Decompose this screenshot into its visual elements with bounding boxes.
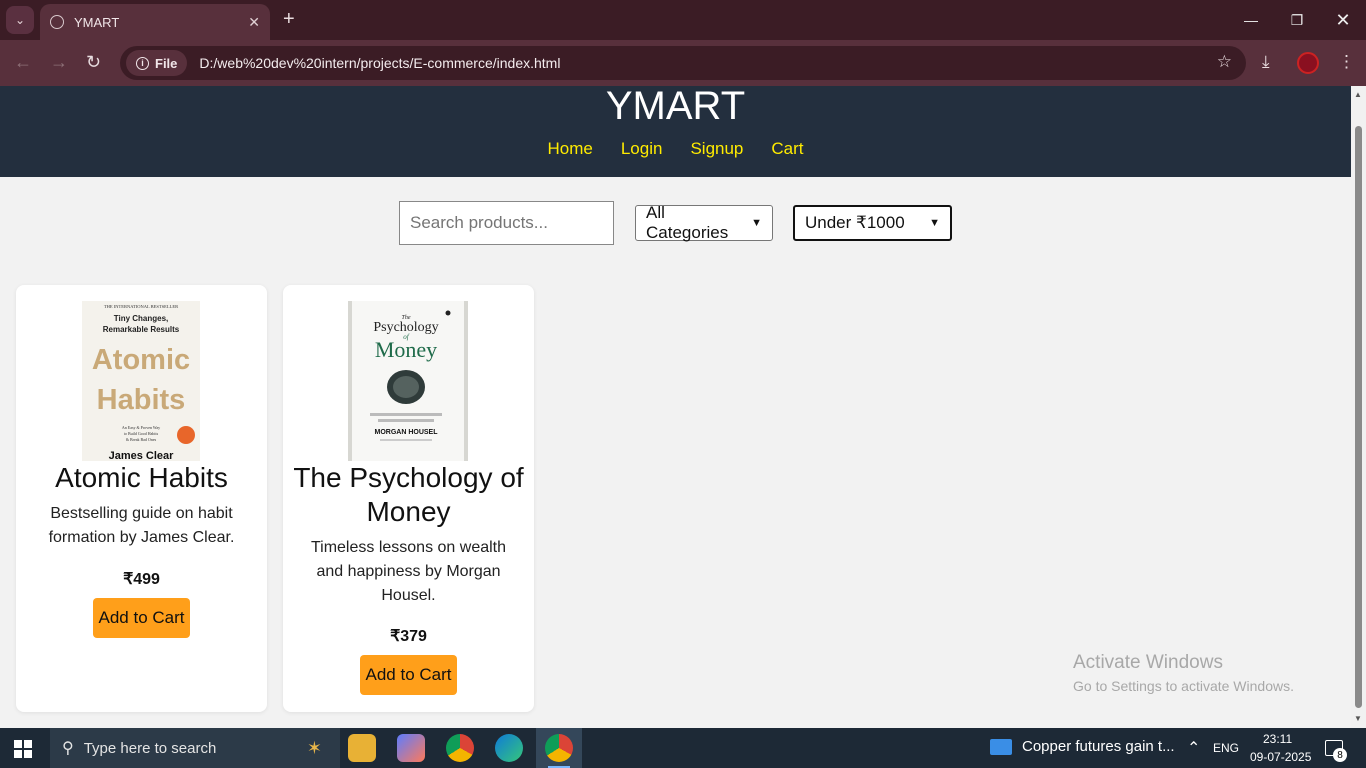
taskbar-search[interactable]: ⚲ Type here to search ✶ xyxy=(50,728,340,768)
news-text: Copper futures gain t... xyxy=(1022,738,1175,755)
site-header: YMART Home Login Signup Cart xyxy=(0,86,1351,177)
chevron-up-icon[interactable]: ⌃ xyxy=(1187,738,1200,758)
price-select[interactable]: Under ₹1000 ▼ xyxy=(793,205,952,241)
chevron-down-icon: ▼ xyxy=(929,217,940,229)
svg-text:THE INTERNATIONAL BESTSELLER: THE INTERNATIONAL BESTSELLER xyxy=(104,304,178,309)
tab-search-chevron-icon[interactable]: ⌄ xyxy=(6,6,34,34)
news-icon xyxy=(990,738,1012,755)
address-bar[interactable]: i File D:/web%20dev%20intern/projects/E-… xyxy=(120,46,1246,80)
svg-text:Money: Money xyxy=(375,337,437,362)
restore-icon[interactable]: ❐ xyxy=(1274,0,1320,40)
profile-avatar[interactable] xyxy=(1297,52,1319,74)
product-description: Bestselling guide on habit formation by … xyxy=(48,505,235,546)
menu-dots-icon[interactable]: ⋮ xyxy=(1338,52,1355,72)
clock-time[interactable]: 23:11 xyxy=(1263,732,1292,746)
search-icon: ⚲ xyxy=(62,740,74,757)
category-select[interactable]: All Categories ▼ xyxy=(635,203,773,242)
scroll-down-icon[interactable]: ▼ xyxy=(1354,714,1362,723)
edge-icon[interactable] xyxy=(495,734,523,762)
svg-text:Remarkable Results: Remarkable Results xyxy=(103,325,180,334)
activate-windows-watermark: Activate Windows Go to Settings to activ… xyxy=(1073,652,1294,694)
url-text[interactable]: D:/web%20dev%20intern/projects/E-commerc… xyxy=(199,55,560,71)
chrome-profile-icon[interactable] xyxy=(446,734,474,762)
search-input[interactable] xyxy=(399,201,614,245)
tab-title: YMART xyxy=(74,14,120,30)
scrollbar-thumb[interactable] xyxy=(1355,126,1362,708)
nav-home[interactable]: Home xyxy=(547,139,592,159)
svg-text:Atomic: Atomic xyxy=(92,344,190,376)
reload-icon[interactable]: ↻ xyxy=(86,52,101,73)
globe-icon xyxy=(50,15,64,29)
add-to-cart-button[interactable]: Add to Cart xyxy=(360,655,457,695)
file-explorer-icon[interactable] xyxy=(348,734,376,762)
product-title: The Psychology of Money xyxy=(293,462,524,527)
minimize-icon[interactable]: — xyxy=(1228,0,1274,40)
add-to-cart-button[interactable]: Add to Cart xyxy=(93,598,190,638)
svg-text:to Build Good Habits: to Build Good Habits xyxy=(124,431,159,436)
nav-login[interactable]: Login xyxy=(621,139,663,159)
chrome-icon[interactable] xyxy=(545,734,573,762)
tab-close-icon[interactable]: ✕ xyxy=(248,14,260,31)
clock-date[interactable]: 09-07-2025 xyxy=(1250,750,1311,764)
svg-text:James Clear: James Clear xyxy=(109,450,175,461)
product-title: Atomic Habits xyxy=(55,462,228,493)
svg-text:MORGAN HOUSEL: MORGAN HOUSEL xyxy=(375,429,439,436)
psychology-of-money-cover: The Psychology of Money MORGAN HOUSEL xyxy=(348,301,468,461)
svg-text:An Easy & Proven Way: An Easy & Proven Way xyxy=(122,425,160,430)
info-icon: i xyxy=(136,56,149,70)
scroll-up-icon[interactable]: ▲ xyxy=(1354,90,1362,99)
forward-icon[interactable]: → xyxy=(50,52,68,73)
bookmark-star-icon[interactable]: ☆ xyxy=(1217,52,1232,72)
notification-count: 8 xyxy=(1333,748,1347,762)
language-indicator[interactable]: ENG xyxy=(1213,741,1239,755)
browser-tab-bar: ⌄ YMART ✕ + — ❐ ✕ xyxy=(0,0,1366,40)
category-value: All Categories xyxy=(646,203,729,242)
copilot-icon[interactable] xyxy=(397,734,425,762)
watermark-subtitle: Go to Settings to activate Windows. xyxy=(1073,678,1294,694)
atomic-habits-cover: THE INTERNATIONAL BESTSELLER Tiny Change… xyxy=(82,301,200,461)
nav-signup[interactable]: Signup xyxy=(690,139,743,159)
taskbar-search-placeholder: Type here to search xyxy=(83,739,217,757)
product-price: ₹379 xyxy=(390,628,427,645)
back-icon[interactable]: ← xyxy=(14,52,32,73)
nav-cart[interactable]: Cart xyxy=(771,139,803,159)
svg-text:Tiny Changes,: Tiny Changes, xyxy=(114,314,169,323)
watermark-title: Activate Windows xyxy=(1073,652,1223,673)
new-tab-button[interactable]: + xyxy=(283,8,295,31)
site-info-chip[interactable]: i File xyxy=(126,50,188,76)
product-price: ₹499 xyxy=(123,571,160,588)
news-widget[interactable]: Copper futures gain t... xyxy=(990,738,1175,755)
window-close-icon[interactable]: ✕ xyxy=(1320,0,1366,40)
product-description: Timeless lessons on wealth and happiness… xyxy=(310,539,507,604)
product-card: The Psychology of Money MORGAN HOUSEL Th… xyxy=(283,285,534,712)
svg-text:Habits: Habits xyxy=(97,384,186,416)
price-value: Under ₹1000 xyxy=(805,213,905,232)
windows-taskbar: ⚲ Type here to search ✶ Copper futures g… xyxy=(0,728,1366,768)
file-label: File xyxy=(155,55,178,71)
search-highlight-icon: ✶ xyxy=(306,737,322,758)
product-card: THE INTERNATIONAL BESTSELLER Tiny Change… xyxy=(16,285,267,712)
svg-text:& Break Bad Ones: & Break Bad Ones xyxy=(126,437,157,442)
page-viewport: YMART Home Login Signup Cart All Categor… xyxy=(0,86,1351,728)
chevron-down-icon: ▼ xyxy=(751,217,762,229)
download-icon[interactable]: ⤓ xyxy=(1262,52,1270,72)
page-scrollbar[interactable]: ▲ ▼ xyxy=(1351,86,1366,728)
browser-tab[interactable]: YMART ✕ xyxy=(40,4,270,40)
site-nav: Home Login Signup Cart xyxy=(0,139,1351,159)
site-title: YMART xyxy=(605,86,746,128)
browser-toolbar: ← → ↻ i File D:/web%20dev%20intern/proje… xyxy=(0,40,1366,86)
windows-start-icon[interactable] xyxy=(14,740,32,758)
